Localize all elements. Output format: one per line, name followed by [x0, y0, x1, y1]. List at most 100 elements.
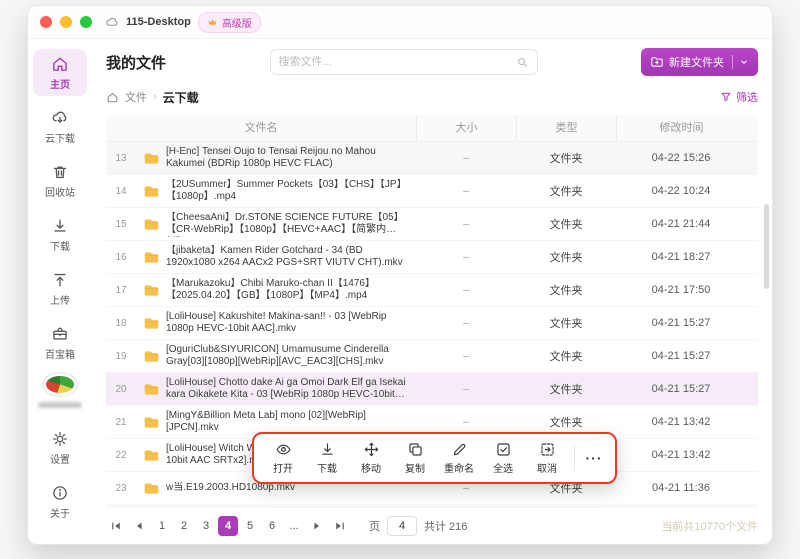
eye-icon [276, 444, 290, 455]
sidebar-item-settings[interactable]: 设置 [33, 424, 87, 471]
folder-icon [144, 449, 158, 461]
next-page-icon [314, 522, 320, 529]
premium-badge[interactable]: 高级版 [197, 11, 261, 33]
row-index: 15 [115, 218, 127, 230]
table-row[interactable]: 13 [H-Enc] Tensei Oujo to Tensai Reijou … [106, 142, 758, 175]
row-icon-cell [136, 381, 166, 398]
table-row[interactable]: 14 【2USummer】Summer Pockets【03】【CHS】【JP】… [106, 175, 758, 208]
last-page-button[interactable] [330, 518, 350, 534]
table-row[interactable]: 19 [OguriClub&SIYURICON] Umamusume Cinde… [106, 340, 758, 373]
sidebar-item-label: 百宝箱 [45, 350, 75, 361]
select-all-button[interactable]: 全选 [482, 439, 524, 477]
file-size: – [463, 218, 469, 230]
open-label: 打开 [273, 464, 293, 475]
sidebar-item-recycle-bin[interactable]: 回收站 [33, 157, 87, 204]
row-index: 21 [115, 416, 127, 428]
file-modified-time: 04-22 15:26 [651, 152, 711, 164]
file-modified-time: 04-21 17:50 [651, 284, 711, 296]
file-modified-time: 04-21 13:42 [651, 416, 711, 428]
home-breadcrumb-icon[interactable] [106, 91, 119, 104]
gear-icon [53, 432, 67, 446]
table-row[interactable]: 20 [LoliHouse] Chotto dake Ai ga Omoi Da… [106, 373, 758, 406]
chevron-down-icon[interactable] [739, 57, 749, 67]
file-size: – [463, 152, 469, 164]
file-type: 文件夹 [549, 219, 583, 231]
page-number-button[interactable]: 6 [262, 516, 282, 536]
sidebar-item-toolbox[interactable]: 百宝箱 [33, 319, 87, 366]
main-panel: 我的文件 新建文件夹 文件 › 云下载 筛 [92, 39, 772, 544]
column-header-modified[interactable]: 修改时间 [616, 115, 746, 141]
row-index: 18 [115, 317, 127, 329]
toolbar-divider [574, 445, 575, 471]
row-icon-cell [136, 348, 166, 365]
open-button[interactable]: 打开 [262, 439, 304, 477]
file-type: 文件夹 [549, 417, 583, 429]
folder-plus-icon [651, 57, 663, 67]
sidebar-item-label: 设置 [50, 455, 70, 466]
sidebar-item-cloud-download[interactable]: 云下载 [33, 103, 87, 150]
table-row[interactable]: 18 [LoliHouse] Kakushite! Makina-san!! -… [106, 307, 758, 340]
table-row[interactable]: 17 【Marukazoku】Chibi Maruko-chan II【1476… [106, 274, 758, 307]
sidebar-item-about[interactable]: 关于 [33, 478, 87, 525]
page-number-button[interactable]: 4 [218, 515, 238, 536]
cancel-button[interactable]: 取消 [526, 439, 568, 477]
page-number-button[interactable]: 2 [174, 516, 194, 536]
prev-page-button[interactable] [129, 518, 149, 534]
filter-label: 筛选 [736, 92, 758, 104]
row-icon-cell [136, 216, 166, 233]
file-name: [LoliHouse] Chotto dake Ai ga Omoi Dark … [166, 376, 406, 401]
move-button[interactable]: 移动 [350, 439, 392, 477]
sidebar-item-upload[interactable]: 上传 [33, 265, 87, 312]
table-row[interactable]: 15 【CheesaAni】Dr.STONE SCIENCE FUTURE【05… [106, 208, 758, 241]
file-size: – [463, 317, 469, 329]
page-number-button[interactable]: ... [284, 516, 304, 536]
download-button[interactable]: 下载 [306, 439, 348, 477]
sidebar-item-download[interactable]: 下载 [33, 211, 87, 258]
column-header-size[interactable]: 大小 [416, 115, 516, 141]
avatar[interactable] [43, 373, 77, 396]
page-number-button[interactable]: 5 [240, 516, 260, 536]
copy-button[interactable]: 复制 [394, 439, 436, 477]
table-row[interactable]: 16 【jibaketa】Kamen Rider Gotchard - 34 (… [106, 241, 758, 274]
breadcrumb-root[interactable]: 文件 [125, 89, 147, 105]
column-header-filename[interactable]: 文件名 [106, 115, 416, 141]
rename-button[interactable]: 重命名 [438, 439, 480, 477]
row-index: 19 [115, 350, 127, 362]
file-modified-time: 04-21 21:44 [651, 218, 711, 230]
zoom-window-button[interactable] [80, 16, 92, 28]
move-icon [364, 442, 378, 457]
sidebar-item-home[interactable]: 主页 [33, 49, 87, 96]
sidebar-item-label: 上传 [50, 296, 70, 307]
checkbox-icon [496, 443, 510, 456]
file-type: 文件夹 [549, 252, 583, 264]
file-modified-time: 04-22 10:24 [651, 185, 711, 197]
page-numbers: 1 2 3 4 5 6 ... [152, 515, 304, 536]
page-number-button[interactable]: 1 [152, 516, 172, 536]
file-size: – [463, 185, 469, 197]
file-type: 文件夹 [549, 153, 583, 165]
close-window-button[interactable] [40, 16, 52, 28]
first-page-button[interactable] [106, 518, 126, 534]
search-input[interactable] [278, 56, 516, 68]
row-index: 23 [115, 482, 127, 494]
folder-icon [144, 284, 158, 296]
download-label: 下载 [317, 464, 337, 475]
row-icon-cell [136, 249, 166, 266]
cancel-label: 取消 [537, 464, 557, 475]
next-page-button[interactable] [307, 518, 327, 534]
new-folder-button[interactable]: 新建文件夹 [640, 48, 758, 76]
filter-button[interactable]: 筛选 [720, 89, 758, 105]
search-box [269, 49, 538, 75]
row-icon-cell [136, 447, 166, 464]
more-actions-button[interactable]: ··· [581, 441, 607, 475]
premium-badge-label: 高级版 [221, 18, 252, 30]
page-number-button[interactable]: 3 [196, 516, 216, 536]
scrollbar-thumb[interactable] [764, 204, 769, 289]
column-header-type[interactable]: 类型 [516, 115, 616, 141]
button-divider [731, 55, 733, 69]
page-jump-input[interactable] [387, 515, 417, 536]
sidebar: 主页 云下载 回收站 下载 上传 百宝箱 设置 关于 [28, 39, 92, 544]
row-index: 22 [115, 449, 127, 461]
minimize-window-button[interactable] [60, 16, 72, 28]
files-total-count: 当前共10770个文件 [661, 520, 758, 533]
